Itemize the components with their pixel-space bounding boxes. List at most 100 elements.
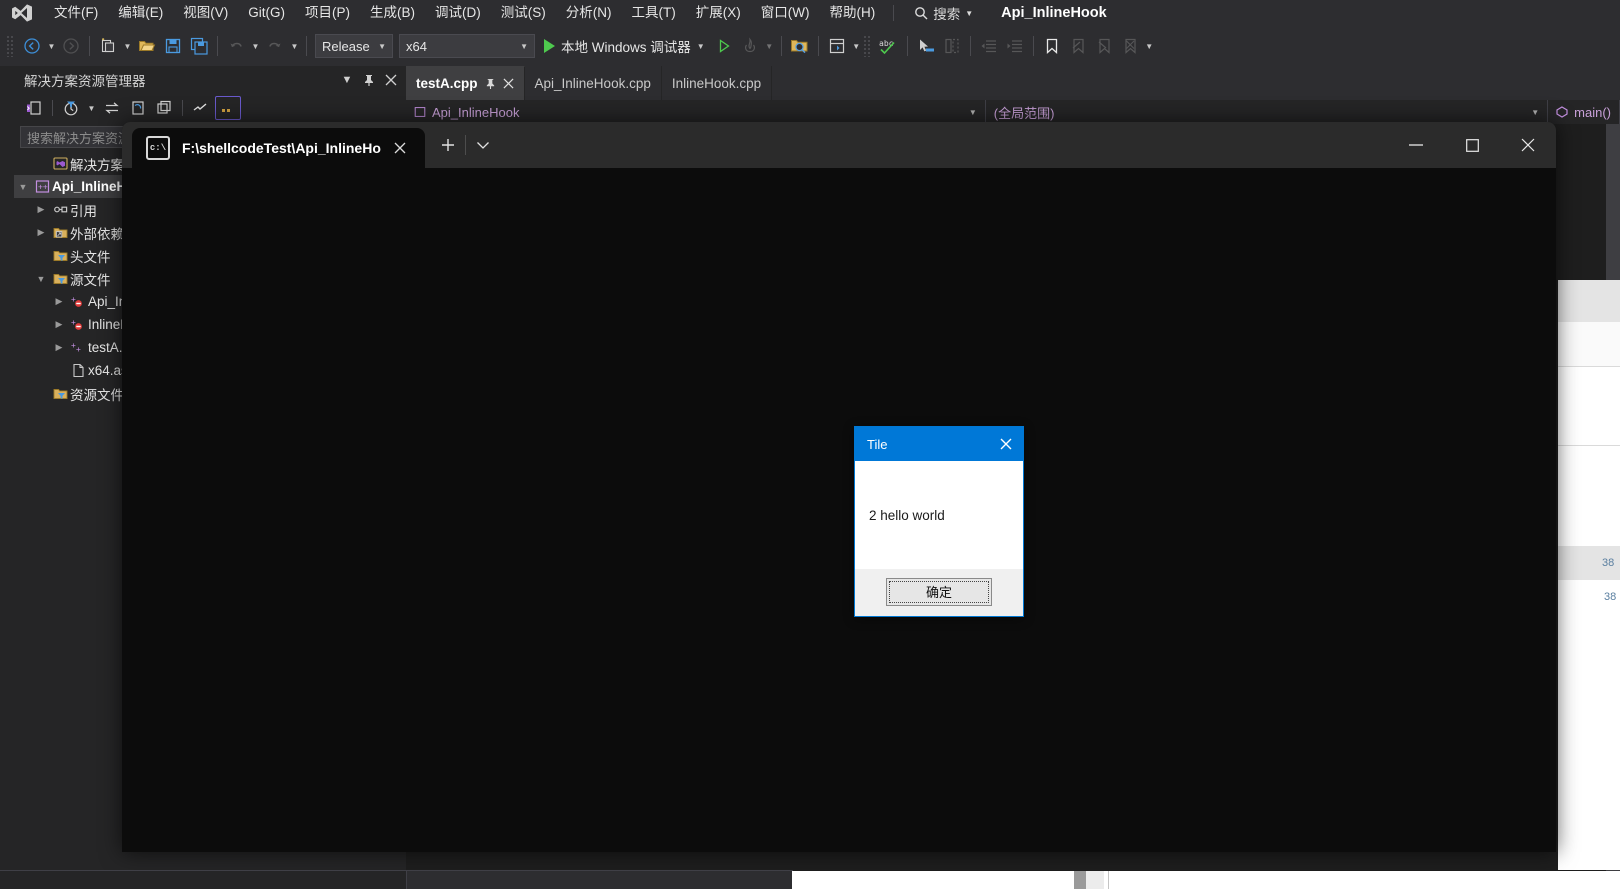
menu-item-analyze[interactable]: 分析(N) bbox=[556, 0, 622, 26]
active-project-title: Api_InlineHook bbox=[1001, 5, 1107, 21]
tree-expand-arrow[interactable]: ▶ bbox=[50, 342, 68, 353]
message-box-footer: 确定 bbox=[855, 569, 1023, 614]
menu-item-git[interactable]: Git(G) bbox=[238, 0, 295, 26]
toolbar-overflow-icon[interactable]: ▼ bbox=[1143, 33, 1156, 59]
close-icon[interactable] bbox=[503, 78, 514, 89]
solution-explorer-icon[interactable] bbox=[824, 33, 850, 59]
open-file-icon[interactable] bbox=[134, 33, 160, 59]
close-icon[interactable] bbox=[380, 69, 402, 91]
chevron-down-icon[interactable] bbox=[466, 122, 500, 168]
menu-item-file[interactable]: 文件(F) bbox=[44, 0, 108, 26]
spell-check-icon[interactable]: abc bbox=[876, 33, 902, 59]
menu-item-project[interactable]: 项目(P) bbox=[295, 0, 360, 26]
menu-item-tools[interactable]: 工具(T) bbox=[622, 0, 686, 26]
message-box-title-bar[interactable]: Tile bbox=[855, 427, 1023, 461]
hot-reload-dropdown-icon: ▼ bbox=[765, 41, 774, 51]
tree-expand-arrow[interactable]: ▶ bbox=[50, 319, 68, 330]
bottom-strip-middle bbox=[406, 870, 793, 889]
navigate-backward-dropdown-icon[interactable]: ▼ bbox=[45, 33, 58, 59]
navbar-scope-combo[interactable]: (全局范围) ▼ bbox=[986, 100, 1549, 124]
background-light-panel: 38 38 bbox=[1558, 280, 1620, 870]
scrollbar-thumb[interactable] bbox=[1074, 871, 1086, 889]
tree-item-label: 头文件 bbox=[70, 249, 111, 265]
pin-icon[interactable] bbox=[358, 69, 380, 91]
menu-bar: 文件(F) 编辑(E) 视图(V) Git(G) 项目(P) 生成(B) 调试(… bbox=[0, 0, 1620, 26]
close-tab-icon[interactable] bbox=[393, 141, 415, 155]
tree-expand-arrow[interactable]: ▶ bbox=[50, 296, 68, 307]
toggle-bookmark-icon[interactable] bbox=[1039, 33, 1065, 59]
menu-item-extensions[interactable]: 扩展(X) bbox=[686, 0, 751, 26]
solution-explorer-header: 解决方案资源管理器 ▼ bbox=[14, 66, 406, 94]
toolbar-divider-3 bbox=[306, 36, 307, 56]
svg-text:abc: abc bbox=[879, 39, 894, 48]
redo-dropdown-icon: ▼ bbox=[290, 41, 299, 51]
undo-dropdown-icon: ▼ bbox=[251, 41, 260, 51]
new-project-dropdown-icon[interactable]: ▼ bbox=[121, 33, 134, 59]
panel-dropdown-icon[interactable]: ▼ bbox=[336, 69, 358, 91]
scrollbar-divider bbox=[1108, 871, 1109, 889]
menu-item-window[interactable]: 窗口(W) bbox=[751, 0, 820, 26]
toolbar-grip-2[interactable] bbox=[862, 35, 872, 57]
navbar-project-label: Api_InlineHook bbox=[432, 104, 520, 120]
navbar-member-combo[interactable]: main() bbox=[1548, 100, 1620, 124]
solution-platform-value: x64 bbox=[406, 38, 427, 54]
start-without-debugging-icon[interactable] bbox=[711, 33, 737, 59]
navigate-forward-icon bbox=[58, 33, 84, 59]
terminal-tab[interactable]: c:\ F:\shellcodeTest\Api_InlineHo bbox=[132, 128, 425, 168]
tree-expand-arrow[interactable]: ▼ bbox=[32, 274, 50, 284]
pending-changes-icon[interactable] bbox=[59, 97, 83, 119]
save-icon[interactable] bbox=[160, 33, 186, 59]
toolbar-grip[interactable] bbox=[6, 35, 15, 57]
navigate-backward-icon[interactable] bbox=[19, 33, 45, 59]
tab-label: Api_InlineHook.cpp bbox=[534, 75, 651, 91]
show-all-files-icon[interactable] bbox=[189, 97, 213, 119]
start-debugging-button[interactable]: 本地 Windows 调试器 ▼ bbox=[538, 33, 711, 59]
global-search[interactable]: 搜索 ▼ bbox=[908, 3, 979, 23]
menu-item-debug[interactable]: 调试(D) bbox=[425, 0, 491, 26]
tree-expand-arrow[interactable]: ▼ bbox=[14, 182, 32, 192]
tree-expand-arrow[interactable]: ▶ bbox=[32, 227, 50, 238]
tab-api-inlinehook-cpp[interactable]: Api_InlineHook.cpp bbox=[524, 66, 662, 100]
svg-text:+: + bbox=[76, 345, 81, 354]
new-project-icon[interactable] bbox=[95, 33, 121, 59]
sync-with-active-document-icon[interactable] bbox=[100, 97, 124, 119]
chevron-down-icon: ▼ bbox=[520, 41, 528, 51]
terminal-title-drag-area[interactable] bbox=[500, 122, 1388, 168]
switch-views-icon[interactable] bbox=[22, 97, 46, 119]
solution-configuration-combo[interactable]: Release ▼ bbox=[315, 34, 393, 58]
menu-item-help[interactable]: 帮助(H) bbox=[819, 0, 885, 26]
ok-button[interactable]: 确定 bbox=[886, 577, 992, 606]
maximize-button[interactable] bbox=[1444, 122, 1500, 168]
menu-item-build[interactable]: 生成(B) bbox=[360, 0, 425, 26]
chevron-down-icon: ▼ bbox=[965, 8, 974, 18]
toolbar-divider-4 bbox=[780, 36, 782, 56]
bottom-horizontal-scrollbar[interactable] bbox=[792, 871, 1620, 889]
terminal-output-area[interactable] bbox=[122, 168, 1556, 852]
tab-testa-cpp[interactable]: testA.cpp bbox=[406, 66, 525, 100]
solution-explorer-dropdown-icon[interactable]: ▼ bbox=[850, 33, 863, 59]
close-button[interactable] bbox=[1500, 122, 1556, 168]
pin-icon[interactable] bbox=[485, 78, 496, 90]
pending-changes-dropdown-icon[interactable]: ▼ bbox=[85, 95, 98, 121]
background-value-cell-1: 38 bbox=[1558, 546, 1620, 580]
collapse-all-icon[interactable] bbox=[152, 97, 176, 119]
message-box-body: 2 hello world bbox=[855, 461, 1023, 569]
new-tab-icon[interactable] bbox=[431, 122, 465, 168]
cpp-project-icon bbox=[414, 106, 426, 118]
menu-item-test[interactable]: 测试(S) bbox=[491, 0, 556, 26]
select-element-icon[interactable] bbox=[913, 33, 939, 59]
menu-item-edit[interactable]: 编辑(E) bbox=[108, 0, 173, 26]
terminal-title-bar[interactable]: c:\ F:\shellcodeTest\Api_InlineHo bbox=[122, 122, 1556, 168]
minimize-button[interactable] bbox=[1388, 122, 1444, 168]
find-in-files-icon[interactable] bbox=[787, 33, 813, 59]
refresh-icon[interactable] bbox=[126, 97, 150, 119]
properties-icon[interactable] bbox=[215, 96, 241, 120]
close-icon[interactable] bbox=[989, 427, 1023, 461]
tab-inlinehook-cpp[interactable]: InlineHook.cpp bbox=[661, 66, 773, 100]
solution-platform-combo[interactable]: x64 ▼ bbox=[399, 34, 535, 58]
save-all-icon[interactable] bbox=[186, 33, 212, 59]
navbar-project-combo[interactable]: Api_InlineHook ▼ bbox=[406, 100, 986, 124]
tree-expand-arrow[interactable]: ▶ bbox=[32, 204, 50, 215]
scrollbar-track-segment[interactable] bbox=[1086, 871, 1104, 889]
menu-item-view[interactable]: 视图(V) bbox=[173, 0, 238, 26]
